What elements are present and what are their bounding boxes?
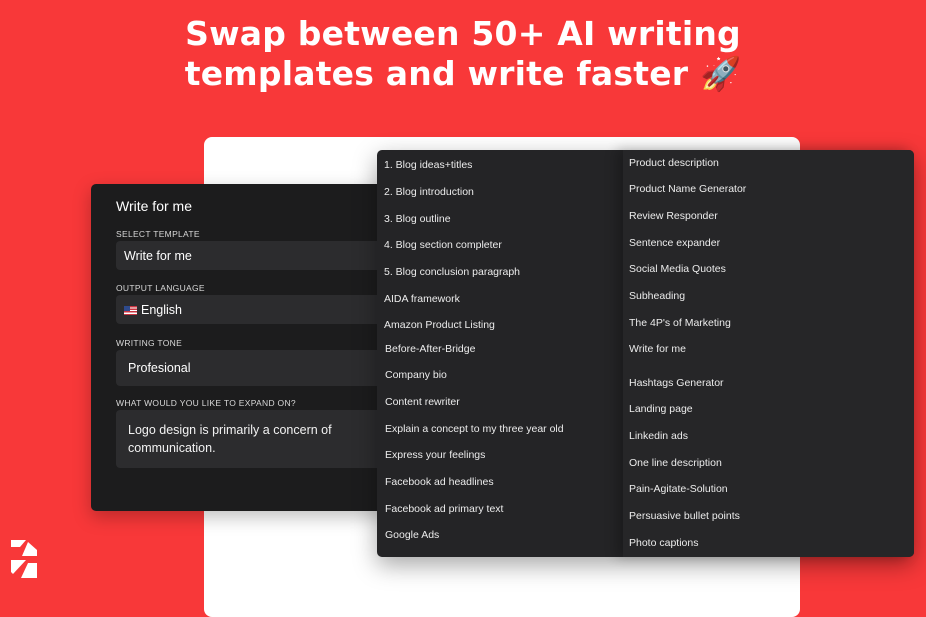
headline: Swap between 50+ AI writing templates an… xyxy=(0,14,926,94)
menu-item[interactable]: Pain-Agitate-Solution xyxy=(629,483,728,495)
menu-item[interactable]: Facebook ad primary text xyxy=(385,503,503,515)
expand-label: WHAT WOULD YOU LIKE TO EXPAND ON? xyxy=(116,398,296,408)
menu-item[interactable]: Content rewriter xyxy=(385,396,460,408)
panel-title: Write for me xyxy=(116,198,192,214)
menu-item[interactable]: Landing page xyxy=(629,403,693,415)
template-label: SELECT TEMPLATE xyxy=(116,229,200,239)
menu-item[interactable]: Explain a concept to my three year old xyxy=(385,423,564,435)
menu-item[interactable]: 4. Blog section completer xyxy=(384,239,502,251)
menu-item[interactable]: Sentence expander xyxy=(629,237,720,249)
language-select-content: English xyxy=(124,303,182,317)
menu-item[interactable]: Social Media Quotes xyxy=(629,263,726,275)
menu-item[interactable]: Amazon Product Listing xyxy=(384,319,495,331)
headline-line-2: templates and write faster 🚀 xyxy=(184,54,742,93)
menu-item[interactable]: Product description xyxy=(629,157,719,169)
menu-item[interactable]: 3. Blog outline xyxy=(384,213,451,225)
template-select-value: Write for me xyxy=(124,248,192,263)
headline-line-1: Swap between 50+ AI writing xyxy=(185,14,741,53)
menu-item[interactable]: Product Name Generator xyxy=(629,183,746,195)
menu-item[interactable]: Google Ads xyxy=(385,529,439,541)
tone-select[interactable]: Profesional xyxy=(116,350,391,386)
tone-label: WRITING TONE xyxy=(116,338,183,348)
us-flag-icon xyxy=(124,305,137,315)
language-select-value: English xyxy=(141,302,182,317)
write-for-me-panel: Write for me SELECT TEMPLATE Write for m… xyxy=(91,184,391,511)
menu-item[interactable]: AIDA framework xyxy=(384,293,460,305)
menu-item[interactable]: Linkedin ads xyxy=(629,430,688,442)
menu-item[interactable]: Hashtags Generator xyxy=(629,377,724,389)
menu-item[interactable]: 1. Blog ideas+titles xyxy=(384,159,472,171)
menu-item[interactable]: The 4P's of Marketing xyxy=(629,317,731,329)
menu-item[interactable]: Persuasive bullet points xyxy=(629,510,740,522)
menu-item[interactable]: Subheading xyxy=(629,290,685,302)
tone-select-value: Profesional xyxy=(128,361,191,375)
brand-logo-icon xyxy=(11,540,37,578)
menu-item[interactable]: One line description xyxy=(629,457,722,469)
menu-item[interactable]: Review Responder xyxy=(629,210,718,222)
template-select[interactable]: Write for me xyxy=(116,241,391,270)
menu-item[interactable]: Write for me xyxy=(629,343,686,355)
expand-textarea-value: Logo design is primarily a concern of co… xyxy=(128,423,332,455)
expand-textarea[interactable]: Logo design is primarily a concern of co… xyxy=(116,410,391,468)
menu-item[interactable]: 2. Blog introduction xyxy=(384,186,474,198)
menu-item[interactable]: 5. Blog conclusion paragraph xyxy=(384,266,520,278)
menu-item[interactable]: Express your feelings xyxy=(385,449,485,461)
menu-item[interactable]: Company bio xyxy=(385,369,447,381)
menu-item[interactable]: Photo captions xyxy=(629,537,698,549)
menu-item[interactable]: Facebook ad headlines xyxy=(385,476,494,488)
language-select[interactable]: English xyxy=(116,295,391,324)
menu-item[interactable]: Before-After-Bridge xyxy=(385,343,475,355)
language-label: OUTPUT LANGUAGE xyxy=(116,283,205,293)
